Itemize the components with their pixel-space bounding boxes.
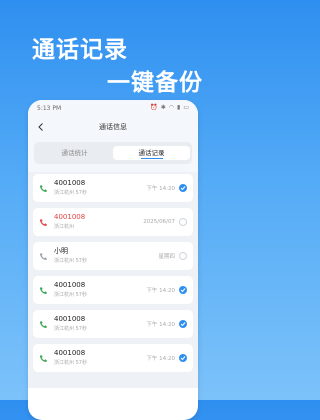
caller-name: 4001008 bbox=[54, 281, 86, 289]
segmented-tabs: 通话统计 通话记录 bbox=[34, 142, 192, 164]
phone-glyph bbox=[40, 286, 47, 294]
check-icon bbox=[180, 356, 186, 361]
status-bar: 5:13 PM ⏰ ✱ ◠ ▮ ▭ bbox=[28, 100, 198, 116]
incoming-call-icon bbox=[40, 320, 47, 328]
status-time: 5:13 PM bbox=[37, 104, 62, 112]
incoming-call-icon bbox=[40, 286, 47, 294]
nav-bar: 通话信息 bbox=[28, 116, 198, 138]
select-checkbox[interactable] bbox=[179, 320, 187, 328]
call-time: 星期四 bbox=[158, 254, 175, 260]
bluetooth-icon: ✱ bbox=[160, 104, 166, 111]
record-info: 4001008 浙江杭州 57秒 bbox=[54, 349, 146, 367]
battery-icon: ▭ bbox=[183, 104, 189, 111]
phone-glyph bbox=[40, 252, 47, 260]
caller-location: 浙江杭州 57秒 bbox=[54, 292, 87, 298]
hero-title-line2: 一键备份 bbox=[107, 70, 203, 96]
check-icon bbox=[180, 288, 186, 293]
call-record-row[interactable]: 4001008 浙江杭州 57秒 下午 14:20 bbox=[33, 310, 193, 338]
call-time: 下午 14:20 bbox=[146, 322, 175, 328]
incoming-call-icon bbox=[40, 184, 47, 192]
wifi-icon: ◠ bbox=[168, 104, 175, 111]
check-icon bbox=[180, 322, 186, 327]
call-record-row[interactable]: 4001008 浙江杭州 57秒 下午 14:20 bbox=[33, 344, 193, 372]
caller-location: 浙江杭州 57秒 bbox=[54, 190, 87, 196]
caller-name: 4001008 bbox=[54, 213, 86, 221]
call-record-row[interactable]: 4001008 浙江杭州 2025/06/07 bbox=[33, 208, 193, 236]
phone-glyph bbox=[40, 184, 47, 192]
call-record-row[interactable]: 4001008 浙江杭州 57秒 下午 14:20 bbox=[33, 174, 193, 202]
select-checkbox[interactable] bbox=[179, 286, 187, 294]
select-checkbox[interactable] bbox=[179, 252, 187, 260]
caller-name: 4001008 bbox=[54, 349, 86, 357]
call-record-row[interactable]: 小明 浙江杭州 57秒 星期四 bbox=[33, 242, 193, 270]
caller-location: 浙江杭州 57秒 bbox=[54, 360, 87, 366]
back-arrow-icon[interactable] bbox=[36, 122, 46, 132]
record-info: 小明 浙江杭州 57秒 bbox=[54, 247, 158, 265]
call-record-row[interactable]: 4001008 浙江杭州 57秒 下午 14:20 bbox=[33, 276, 193, 304]
phone-mockup: 5:13 PM ⏰ ✱ ◠ ▮ ▭ 通话信息 通话统计 通话记录 4001008… bbox=[28, 100, 198, 420]
call-record-list: 4001008 浙江杭州 57秒 下午 14:20 4001008 浙江杭州 2… bbox=[28, 172, 198, 388]
record-info: 4001008 浙江杭州 57秒 bbox=[54, 179, 146, 197]
alarm-icon: ⏰ bbox=[150, 104, 158, 111]
call-time: 下午 14:20 bbox=[146, 356, 175, 362]
phone-glyph bbox=[40, 354, 47, 362]
select-checkbox[interactable] bbox=[179, 184, 187, 192]
caller-location: 浙江杭州 bbox=[54, 224, 75, 230]
caller-name: 小明 bbox=[54, 247, 68, 255]
record-info: 4001008 浙江杭州 57秒 bbox=[54, 281, 146, 299]
tab-call-stats[interactable]: 通话统计 bbox=[36, 146, 113, 160]
caller-name: 4001008 bbox=[54, 179, 86, 187]
caller-name: 4001008 bbox=[54, 315, 86, 323]
caller-location: 浙江杭州 57秒 bbox=[54, 258, 87, 264]
incoming-call-icon bbox=[40, 354, 47, 362]
page-title: 通话信息 bbox=[99, 123, 127, 131]
outgoing-call-icon bbox=[40, 252, 47, 260]
hero-title-line1: 通话记录 bbox=[32, 37, 128, 63]
status-icons: ⏰ ✱ ◠ ▮ ▭ bbox=[150, 105, 189, 111]
tabs-container: 通话统计 通话记录 bbox=[28, 138, 198, 172]
record-info: 4001008 浙江杭州 bbox=[54, 213, 143, 231]
select-checkbox[interactable] bbox=[179, 218, 187, 226]
select-checkbox[interactable] bbox=[179, 354, 187, 362]
phone-glyph bbox=[40, 320, 47, 328]
record-info: 4001008 浙江杭州 57秒 bbox=[54, 315, 146, 333]
phone-glyph bbox=[40, 218, 47, 226]
call-time: 下午 14:20 bbox=[146, 186, 175, 192]
signal-icon: ▮ bbox=[177, 104, 181, 111]
tab-call-records[interactable]: 通话记录 bbox=[113, 146, 190, 160]
call-time: 2025/06/07 bbox=[143, 219, 175, 225]
check-icon bbox=[180, 186, 186, 191]
caller-location: 浙江杭州 57秒 bbox=[54, 326, 87, 332]
missed-call-icon bbox=[40, 218, 47, 226]
call-time: 下午 14:20 bbox=[146, 288, 175, 294]
